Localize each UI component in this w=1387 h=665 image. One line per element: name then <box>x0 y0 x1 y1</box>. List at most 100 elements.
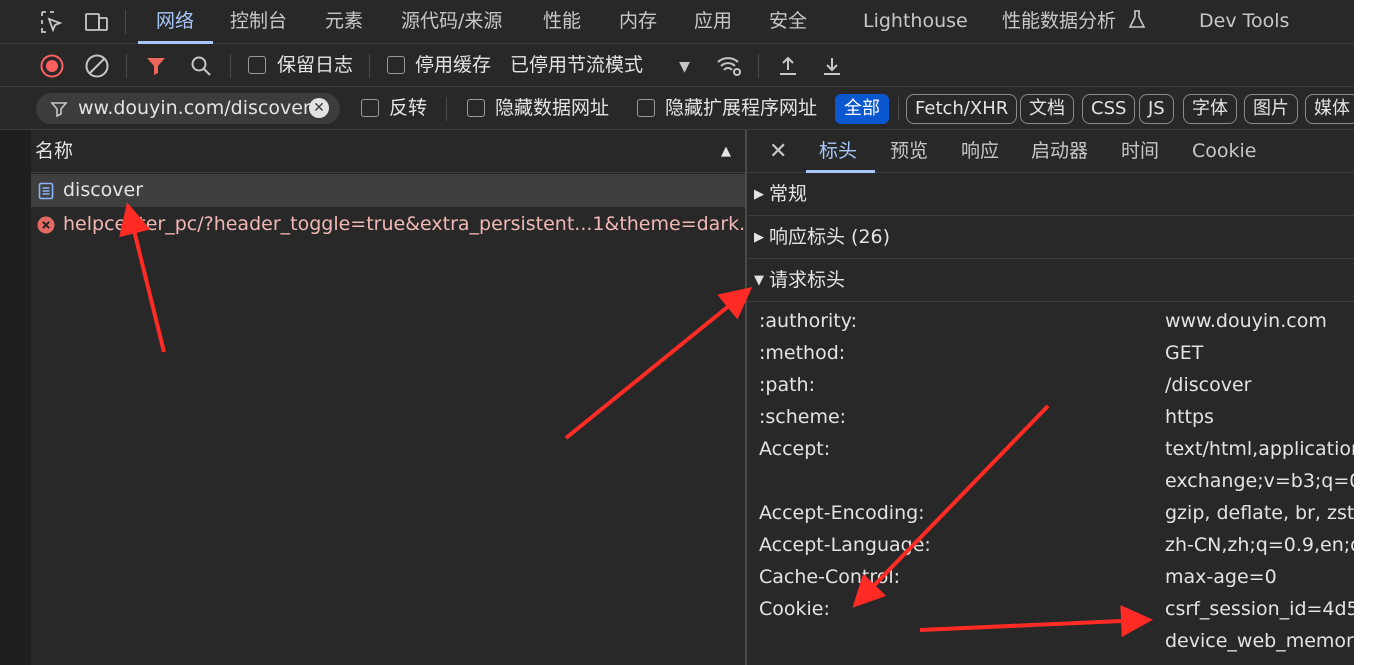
chevron-down-icon: ▼ <box>679 59 690 75</box>
request-name: discover <box>63 179 144 201</box>
header-name: Cookie: <box>759 598 830 620</box>
tab-memory[interactable]: 内存 <box>619 0 657 44</box>
throttling-select[interactable]: 已停用节流模式 ▼ <box>510 44 690 87</box>
header-value: https <box>1165 406 1214 428</box>
filter-icon[interactable] <box>142 52 170 80</box>
header-name: Cache-Control: <box>759 566 901 588</box>
hide-extension-urls-label: 隐藏扩展程序网址 <box>665 97 818 119</box>
clear-icon[interactable] <box>83 52 111 80</box>
left-gutter <box>0 130 31 665</box>
tab-network[interactable]: 网络 <box>156 0 194 44</box>
type-filter-image[interactable]: 图片 <box>1244 94 1298 124</box>
tab-timing[interactable]: 时间 <box>1121 130 1159 173</box>
column-name-header[interactable]: 名称 <box>35 130 73 173</box>
device-toolbar-icon[interactable] <box>83 8 111 36</box>
type-filter-media[interactable]: 媒体 <box>1305 94 1354 124</box>
header-value: text/html,application <box>1165 438 1354 460</box>
filter-input-value: ww.douyin.com/discover <box>78 97 311 119</box>
header-name: Accept-Language: <box>759 534 931 556</box>
request-name: helpcenter_pc/?header_toggle=true&extra_… <box>63 213 746 235</box>
type-filter-all[interactable]: 全部 <box>835 94 889 124</box>
devtools-window: 网络 控制台 元素 源代码/来源 性能 内存 应用 安全 Lighthouse … <box>0 0 1354 665</box>
header-value: gzip, deflate, br, zstd <box>1165 502 1354 524</box>
tab-preview[interactable]: 预览 <box>890 130 928 173</box>
network-toolbar: 保留日志 停用缓存 已停用节流模式 ▼ <box>0 44 1354 87</box>
type-filter-font[interactable]: 字体 <box>1183 94 1237 124</box>
document-icon <box>38 182 54 200</box>
tab-response[interactable]: 响应 <box>961 130 999 173</box>
tab-console[interactable]: 控制台 <box>230 0 287 44</box>
request-row-helpcenter[interactable]: helpcenter_pc/?header_toggle=true&extra_… <box>31 208 746 241</box>
header-name: Accept: <box>759 438 831 460</box>
header-name: :path: <box>759 374 815 396</box>
type-filter-js[interactable]: JS <box>1139 94 1174 124</box>
preserve-log-label: 保留日志 <box>277 54 354 76</box>
tab-cookies[interactable]: Cookie <box>1192 130 1257 173</box>
header-value: device_web_memory <box>1165 630 1354 652</box>
header-value: exchange;v=b3;q=0.7 <box>1165 470 1354 492</box>
tab-lighthouse[interactable]: Lighthouse <box>863 0 968 44</box>
inspect-element-icon[interactable] <box>38 8 66 36</box>
section-response-headers[interactable]: ▶ 响应标头 (26) <box>747 216 1354 259</box>
type-filter-css[interactable]: CSS <box>1082 94 1136 124</box>
disable-cache-label: 停用缓存 <box>415 54 492 76</box>
detail-tab-bar: ✕ 标头 预览 响应 启动器 时间 Cookie <box>747 130 1354 173</box>
section-request-headers[interactable]: ▼ 请求标头 <box>747 259 1354 302</box>
type-filter-fetch-xhr[interactable]: Fetch/XHR <box>906 94 1018 124</box>
section-request-headers-title: 请求标头 <box>769 269 846 291</box>
filter-bar: ww.douyin.com/discover ✕ 反转 隐藏数据网址 隐藏扩展程… <box>0 87 1354 130</box>
flask-icon <box>1128 10 1146 28</box>
header-name: :method: <box>759 342 846 364</box>
search-icon[interactable] <box>187 52 215 80</box>
type-filter-document[interactable]: 文档 <box>1020 94 1074 124</box>
expand-triangle-icon: ▶ <box>754 230 764 245</box>
hide-data-urls-label: 隐藏数据网址 <box>495 97 610 119</box>
header-name: Accept-Encoding: <box>759 502 925 524</box>
export-har-icon[interactable] <box>818 52 846 80</box>
tab-initiator[interactable]: 启动器 <box>1031 130 1088 173</box>
panel-tab-bar: 网络 控制台 元素 源代码/来源 性能 内存 应用 安全 Lighthouse … <box>0 0 1354 44</box>
header-value: /discover <box>1165 374 1252 396</box>
tab-sources[interactable]: 源代码/来源 <box>401 0 502 44</box>
tab-application[interactable]: 应用 <box>694 0 732 44</box>
header-value: www.douyin.com <box>1165 310 1327 332</box>
tab-security[interactable]: 安全 <box>769 0 807 44</box>
close-icon[interactable]: ✕ <box>769 130 787 173</box>
section-general-title: 常规 <box>769 183 808 205</box>
invert-label: 反转 <box>389 97 428 119</box>
header-value: csrf_session_id=4d54 <box>1165 598 1354 620</box>
clear-filter-icon[interactable]: ✕ <box>309 98 329 118</box>
sort-ascending-icon: ▲ <box>721 144 731 159</box>
filter-input[interactable]: ww.douyin.com/discover ✕ <box>36 93 340 124</box>
hide-extension-urls-checkbox[interactable] <box>637 99 655 117</box>
hide-data-urls-checkbox[interactable] <box>467 99 485 117</box>
tab-performance[interactable]: 性能 <box>543 0 581 44</box>
request-list-header[interactable]: 名称 ▲ <box>31 130 746 173</box>
header-value: max-age=0 <box>1165 566 1277 588</box>
expand-triangle-icon: ▶ <box>754 187 764 202</box>
section-general[interactable]: ▶ 常规 <box>747 173 1354 216</box>
header-value: zh-CN,zh;q=0.9,en;q <box>1165 534 1354 556</box>
tab-performance-insights-label: 性能数据分析 <box>1002 10 1117 32</box>
throttling-value: 已停用节流模式 <box>510 54 644 76</box>
invert-checkbox[interactable] <box>361 99 379 117</box>
section-response-headers-title: 响应标头 (26) <box>769 226 891 248</box>
header-name: :authority: <box>759 310 858 332</box>
header-value: GET <box>1165 342 1204 364</box>
stop-recording-icon[interactable] <box>38 52 66 80</box>
tab-performance-insights[interactable]: 性能数据分析 <box>1002 0 1147 44</box>
background-margin <box>1354 0 1387 665</box>
request-list: discover helpcenter_pc/?header_toggle=tr… <box>31 173 746 665</box>
filter-funnel-icon <box>50 102 68 118</box>
error-icon <box>37 216 55 234</box>
header-name: :scheme: <box>759 406 847 428</box>
tab-headers[interactable]: 标头 <box>819 130 857 173</box>
preserve-log-checkbox[interactable] <box>248 56 266 74</box>
collapse-triangle-icon: ▼ <box>754 273 764 288</box>
tab-elements[interactable]: 元素 <box>325 0 363 44</box>
network-conditions-icon[interactable] <box>715 52 743 80</box>
request-row-discover[interactable]: discover <box>31 174 746 207</box>
import-har-icon[interactable] <box>774 52 802 80</box>
tab-devtools[interactable]: Dev Tools <box>1199 0 1289 44</box>
disable-cache-checkbox[interactable] <box>387 56 405 74</box>
